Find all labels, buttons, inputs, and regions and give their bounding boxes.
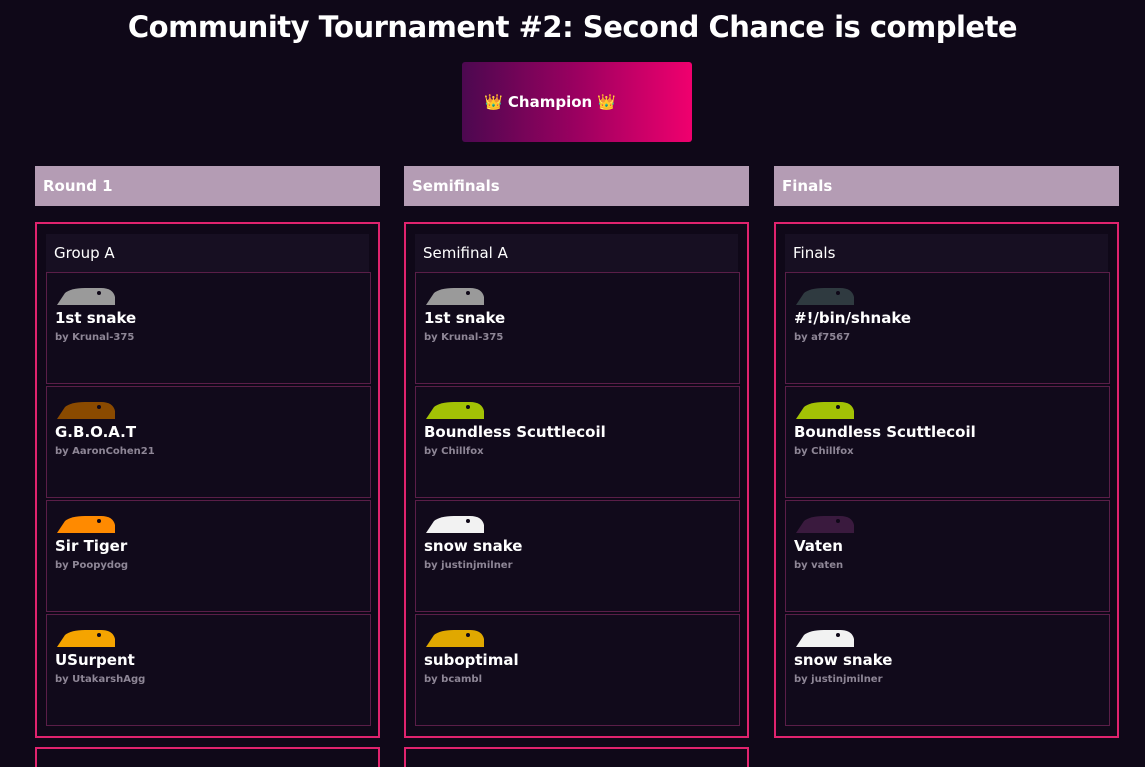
column-header: Finals xyxy=(774,166,1119,206)
snake-entry[interactable]: Sir Tiger by Poopydog xyxy=(46,500,371,612)
snake-entry[interactable]: G.B.O.A.T by AaronCohen21 xyxy=(46,386,371,498)
snake-head-icon xyxy=(57,630,115,647)
champion-button[interactable]: 👑 Champion 👑 xyxy=(462,62,692,142)
snake-name: Vaten xyxy=(794,537,843,555)
snake-entry[interactable]: USurpent by UtakarshAgg xyxy=(46,614,371,726)
snake-head-icon xyxy=(426,402,484,419)
bracket-column: Semifinals Semifinal A 1st snake by Krunal-… xyxy=(404,166,749,738)
snake-entry[interactable]: 1st snake by Krunal-375 xyxy=(46,272,371,384)
group-title: Group A xyxy=(46,234,369,272)
snake-name: G.B.O.A.T xyxy=(55,423,137,441)
bracket-group: Group A 1st snake by Krunal-375 G.B.O.A.T by… xyxy=(35,222,380,738)
snake-entry[interactable]: #!/bin/shnake by af7567 xyxy=(785,272,1110,384)
snake-author: by justinjmilner xyxy=(794,674,883,685)
snake-name: Boundless Scuttlecoil xyxy=(424,423,606,441)
snake-author: by Chillfox xyxy=(794,446,854,457)
snake-author: by Krunal-375 xyxy=(424,332,504,343)
snake-entry[interactable]: Boundless Scuttlecoil by Chillfox xyxy=(415,386,740,498)
snake-name: Sir Tiger xyxy=(55,537,128,555)
column-header: Round 1 xyxy=(35,166,380,206)
snake-name: suboptimal xyxy=(424,651,519,669)
tiger-snake-icon xyxy=(57,516,115,533)
snake-author: by UtakarshAgg xyxy=(55,674,146,685)
snake-author: by vaten xyxy=(794,560,844,571)
snake-author: by Chillfox xyxy=(424,446,484,457)
snake-head-icon xyxy=(426,630,484,647)
snake-head-icon xyxy=(57,402,115,419)
snake-name: USurpent xyxy=(55,651,135,669)
snake-entry[interactable]: snow snake by justinjmilner xyxy=(785,614,1110,726)
bracket-column: Round 1 Group A 1st snake by Krunal-375 G.B.… xyxy=(35,166,380,738)
snake-name: #!/bin/shnake xyxy=(794,309,912,327)
snake-entry[interactable]: suboptimal by bcambl xyxy=(415,614,740,726)
snake-entry[interactable]: Vaten by vaten xyxy=(785,500,1110,612)
bracket-group: Finals #!/bin/shnake by af7567 Boundless Sc… xyxy=(774,222,1119,738)
snake-head-icon xyxy=(796,516,854,533)
snake-name: snow snake xyxy=(424,537,523,555)
snake-author: by justinjmilner xyxy=(424,560,513,571)
snake-entry[interactable]: snow snake by justinjmilner xyxy=(415,500,740,612)
column-header: Semifinals xyxy=(404,166,749,206)
snake-entry[interactable]: Boundless Scuttlecoil by Chillfox xyxy=(785,386,1110,498)
next-group-box xyxy=(35,747,380,767)
snake-author: by AaronCohen21 xyxy=(55,446,155,457)
snake-head-icon xyxy=(796,402,854,419)
snake-head-icon xyxy=(426,516,484,533)
snake-author: by af7567 xyxy=(794,332,851,343)
group-title: Semifinal A xyxy=(415,234,738,272)
bracket-group: Semifinal A 1st snake by Krunal-375 Boundle… xyxy=(404,222,749,738)
page-title: Community Tournament #2: Second Chance i… xyxy=(127,10,1018,44)
snake-entry[interactable]: 1st snake by Krunal-375 xyxy=(415,272,740,384)
snake-head-icon xyxy=(426,288,484,305)
snake-author: by Krunal-375 xyxy=(55,332,135,343)
snake-head-icon xyxy=(57,288,115,305)
snake-head-icon xyxy=(796,288,854,305)
snake-author: by bcambl xyxy=(424,674,482,685)
snake-head-icon xyxy=(796,630,854,647)
next-group-box xyxy=(404,747,749,767)
group-title: Finals xyxy=(785,234,1108,272)
snake-name: snow snake xyxy=(794,651,893,669)
snake-name: 1st snake xyxy=(424,309,506,327)
snake-name: Boundless Scuttlecoil xyxy=(794,423,976,441)
snake-name: 1st snake xyxy=(55,309,137,327)
snake-author: by Poopydog xyxy=(55,560,129,571)
bracket-column: Finals Finals #!/bin/shnake by af7567 Boundl… xyxy=(774,166,1119,738)
